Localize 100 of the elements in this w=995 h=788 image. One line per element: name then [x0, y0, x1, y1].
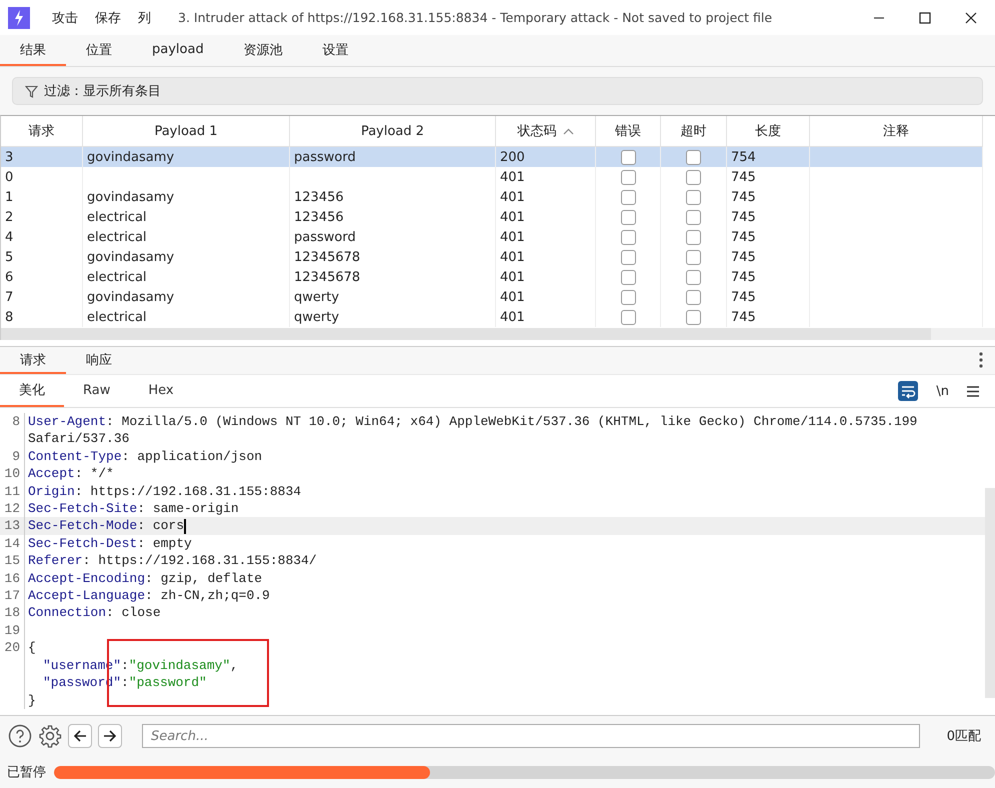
- tab[interactable]: 设置: [302, 35, 369, 66]
- tab[interactable]: Hex: [129, 375, 193, 407]
- app-logo-icon: [8, 6, 30, 28]
- header-line: Connection: close: [28, 605, 161, 620]
- forward-button[interactable]: [98, 724, 122, 748]
- table-cell: 745: [731, 210, 756, 224]
- table-row[interactable]: 4 electrical password 401 745: [1, 227, 983, 247]
- table-cell: 401: [500, 190, 525, 204]
- line-number: 18: [4, 605, 20, 620]
- table-cell: 3: [5, 150, 14, 164]
- match-count: 0匹配: [946, 728, 982, 745]
- table-cell: 8: [5, 310, 14, 324]
- line-number: 17: [4, 588, 20, 604]
- tab[interactable]: 美化: [0, 375, 64, 407]
- table-cell: 754: [731, 150, 756, 164]
- line-number: 16: [4, 570, 20, 586]
- table-cell: electrical: [87, 270, 147, 284]
- table-row[interactable]: 1 govindasamy 123456 401 745: [1, 187, 983, 207]
- header-line: Sec-Fetch-Site: same-origin: [28, 501, 239, 516]
- table-cell: 200: [500, 150, 525, 164]
- close-icon[interactable]: [965, 12, 977, 24]
- code-line: {: [28, 640, 36, 656]
- table-cell: qwerty: [294, 290, 340, 304]
- table-cell: 401: [500, 170, 525, 184]
- tab[interactable]: payload: [132, 35, 224, 66]
- table-cell: govindasamy: [87, 190, 174, 204]
- menu-icon[interactable]: [967, 386, 979, 396]
- header-line: Sec-Fetch-Dest: empty: [28, 536, 192, 551]
- table-cell: 745: [731, 190, 756, 204]
- table-cell: 745: [731, 290, 756, 304]
- text-cursor: [184, 518, 186, 534]
- table-row[interactable]: 7 govindasamy qwerty 401 745: [1, 287, 983, 307]
- table-cell: 2: [5, 210, 14, 224]
- table-cell: 401: [500, 270, 525, 284]
- line-number: 8: [12, 414, 20, 429]
- table-row[interactable]: 0 401 745: [1, 167, 983, 187]
- settings-icon[interactable]: [38, 724, 62, 748]
- table-cell: 401: [500, 290, 525, 304]
- line-number: 15: [4, 553, 20, 568]
- table-cell: password: [294, 230, 356, 244]
- table-cell: 401: [500, 230, 525, 244]
- table-cell: 12345678: [294, 250, 360, 264]
- table-row[interactable]: 5 govindasamy 12345678 401 745: [1, 247, 983, 267]
- table-cell: 401: [500, 210, 525, 224]
- table-cell: 401: [500, 250, 525, 264]
- table-cell: 1: [5, 190, 14, 204]
- header-line: User-Agent: Mozilla/5.0 (Windows NT 10.0; Win64; x64) AppleWebKit/537.36 (KHTML, like Gecko) Chrome/114.0.5735.199 Safari/537.36: [28, 414, 918, 446]
- table-cell: 7: [5, 290, 14, 304]
- scrollbar[interactable]: [1, 328, 931, 340]
- table-cell: 12345678: [294, 270, 360, 284]
- tab[interactable]: 位置: [66, 35, 132, 66]
- line-number: 20: [4, 640, 20, 656]
- line-number: 12: [4, 501, 20, 516]
- line-number: 9: [12, 448, 20, 464]
- table-cell: 123456: [294, 190, 344, 204]
- table-row[interactable]: 8 electrical qwerty 401 745: [1, 307, 983, 327]
- arrow-right-icon: [103, 729, 117, 743]
- tab[interactable]: 资源池: [224, 35, 303, 66]
- status-label: 已暂停: [7, 764, 46, 781]
- maximize-icon[interactable]: [919, 12, 931, 24]
- table-cell: govindasamy: [87, 150, 174, 164]
- table-row[interactable]: 3 govindasamy password 200 754: [1, 147, 983, 167]
- table-row[interactable]: 6 electrical 12345678 401 745: [1, 267, 983, 287]
- help-icon[interactable]: [8, 724, 32, 748]
- header-line: Accept: */*: [28, 466, 114, 482]
- arrow-left-icon: [73, 729, 87, 743]
- line-number: 14: [4, 536, 20, 551]
- line-number: 10: [4, 466, 20, 482]
- word-wrap-icon[interactable]: [898, 381, 918, 401]
- line-number: 13: [4, 518, 20, 534]
- window-title: 3. Intruder attack of https://192.168.31.155:8834 - Temporary attack - Not saved to project file: [178, 10, 772, 25]
- table-cell: 745: [731, 270, 756, 284]
- tab[interactable]: 请求: [0, 347, 66, 374]
- table-cell: electrical: [87, 210, 147, 224]
- header-line: Sec-Fetch-Mode: cors: [28, 518, 184, 534]
- table-cell: 123456: [294, 210, 344, 224]
- more-options-icon[interactable]: [979, 352, 983, 368]
- table-cell: 745: [731, 170, 756, 184]
- menu-item[interactable]: 攻击: [52, 8, 78, 26]
- filter-bar[interactable]: 过滤：显示所有条目: [12, 77, 983, 105]
- header-line: Content-Type: application/json: [28, 448, 262, 464]
- table-cell: 401: [500, 310, 525, 324]
- newline-toggle[interactable]: \n: [936, 384, 949, 398]
- menu-item[interactable]: 保存: [95, 8, 121, 26]
- line-number: 19: [4, 622, 20, 638]
- back-button[interactable]: [68, 724, 92, 748]
- header-line: Accept-Language: zh-CN,zh;q=0.9: [28, 588, 270, 604]
- table-row[interactable]: 2 electrical 123456 401 745: [1, 207, 983, 227]
- table-cell: 745: [731, 230, 756, 244]
- tab[interactable]: Raw: [64, 375, 130, 407]
- tab[interactable]: 响应: [66, 347, 132, 374]
- table-cell: 6: [5, 270, 14, 284]
- search-field[interactable]: Search...: [142, 724, 920, 748]
- menu-item[interactable]: 列: [138, 8, 151, 26]
- line-number: 11: [4, 484, 20, 499]
- table-cell: 745: [731, 310, 756, 324]
- table-cell: qwerty: [294, 310, 340, 324]
- table-cell: govindasamy: [87, 250, 174, 264]
- scrollbar[interactable]: [985, 488, 995, 698]
- header-line: Accept-Encoding: gzip, deflate: [28, 570, 262, 586]
